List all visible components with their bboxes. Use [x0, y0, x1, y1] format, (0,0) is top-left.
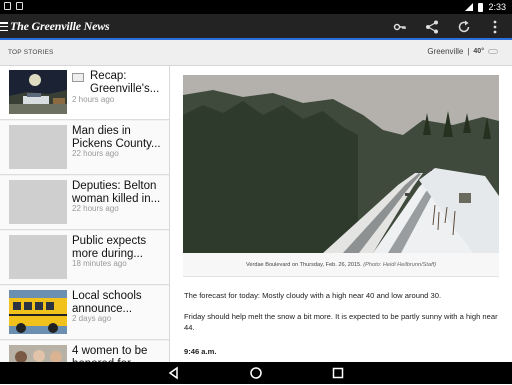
battery-icon [478, 2, 484, 12]
caption-text: Verdae Boulevard on Thursday, Feb. 26, 2… [245, 262, 362, 268]
section-title: TOP STORIES [8, 49, 54, 56]
story-thumbnail [9, 290, 67, 334]
recents-icon[interactable] [331, 366, 345, 380]
story-thumbnail-placeholder [9, 125, 67, 169]
status-bar: 2:33 [0, 0, 512, 14]
weather-widget[interactable]: Greenville | 40° [427, 47, 498, 56]
list-item[interactable]: Deputies: Belton woman killed in... 22 h… [0, 176, 169, 230]
menu-icon[interactable] [0, 20, 8, 33]
separator: | [467, 47, 470, 56]
story-thumbnail [9, 345, 67, 362]
section-bar: TOP STORIES Greenville | 40° [0, 40, 512, 66]
story-thumbnail [9, 70, 67, 114]
photo-credit: (Photo: Heidi Heilbrunn/Staff) [363, 262, 437, 268]
list-item[interactable]: Recap: Greenville's... 2 hours ago [0, 66, 169, 120]
clock: 2:33 [488, 2, 506, 12]
story-time: 22 hours ago [72, 149, 119, 158]
share-icon[interactable] [424, 19, 440, 35]
home-icon[interactable] [249, 366, 263, 380]
back-icon[interactable] [167, 366, 181, 380]
story-headline: Deputies: Belton woman killed in... [72, 180, 161, 205]
story-time: 22 hours ago [72, 204, 119, 213]
app-title: The Greenville News [10, 19, 110, 33]
refresh-icon[interactable] [456, 19, 472, 35]
article-paragraph: Friday should help melt the snow a bit m… [184, 312, 498, 332]
photo-caption: Verdae Boulevard on Thursday, Feb. 26, 2… [183, 253, 499, 277]
story-time: 2 days ago [72, 314, 112, 323]
story-headline: Local schools announce... [72, 290, 142, 315]
list-item[interactable]: 4 women to be honored for... [0, 341, 169, 362]
article-timestamp: 9:46 a.m. [184, 347, 217, 356]
notification-icon [4, 2, 11, 10]
article-paragraph: The forecast for today: Mostly cloudy wi… [184, 291, 442, 300]
story-headline: Recap: Greenville's... [90, 70, 160, 95]
story-thumbnail-placeholder [9, 180, 67, 224]
photo-notification-icon [16, 2, 23, 10]
story-headline: 4 women to be honored for... [72, 345, 148, 362]
story-time: 2 hours ago [72, 95, 115, 104]
signal-icon [465, 3, 474, 11]
story-time: 18 minutes ago [72, 259, 127, 268]
navigation-bar [0, 362, 512, 384]
list-item[interactable]: Local schools announce... 2 days ago [0, 286, 169, 340]
story-thumbnail-placeholder [9, 235, 67, 279]
temperature: 40° [473, 48, 484, 55]
article-pane[interactable]: Verdae Boulevard on Thursday, Feb. 26, 2… [171, 66, 512, 362]
overflow-menu-icon[interactable] [487, 19, 503, 35]
story-headline: Public expects more during... [72, 235, 147, 260]
list-item[interactable]: Man dies in Pickens County... 22 hours a… [0, 121, 169, 175]
story-headline: Man dies in Pickens County... [72, 125, 161, 150]
app-bar: The Greenville News [0, 14, 512, 40]
list-item[interactable]: Public expects more during... 18 minutes… [0, 231, 169, 285]
key-icon[interactable] [392, 19, 408, 35]
story-list[interactable]: Recap: Greenville's... 2 hours ago Man d… [0, 66, 170, 362]
article-photo [183, 75, 499, 253]
cloud-icon [488, 49, 498, 54]
city-label: Greenville [427, 47, 464, 56]
image-icon [72, 73, 84, 82]
